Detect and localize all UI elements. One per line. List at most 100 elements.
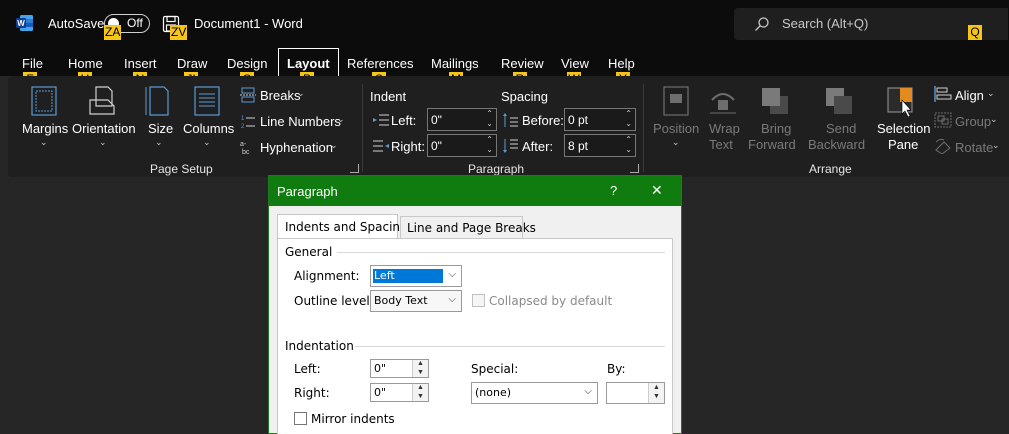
wrap-text-label-2: Text: [709, 137, 733, 152]
line-numbers-button[interactable]: 1 2 Line Numbers ⌄: [240, 111, 348, 131]
outline-level-label: Outline level:: [294, 294, 374, 308]
indent-left-value: 0": [374, 362, 387, 375]
dialog-title-bar[interactable]: Paragraph ? ✕: [269, 176, 681, 206]
close-button[interactable]: ✕: [651, 182, 663, 199]
tab-help[interactable]: Help: [608, 56, 635, 71]
indent-right-input[interactable]: 0" ⌃ ⌄: [427, 134, 497, 157]
breaks-icon: [240, 87, 256, 103]
tab-references[interactable]: References: [347, 56, 413, 71]
indent-right-icon: [373, 140, 389, 152]
group-label: Group: [955, 114, 992, 129]
indent-left-field[interactable]: 0" ▲ ▼: [370, 359, 429, 378]
outline-level-select[interactable]: Body Text ⌵: [370, 290, 462, 312]
wrap-text-button[interactable]: Wrap Text: [704, 86, 744, 152]
position-button[interactable]: Position ⌄: [650, 86, 702, 150]
outline-level-value: Body Text: [374, 294, 428, 307]
section-divider: [337, 252, 665, 253]
search-box[interactable]: Search (Alt+Q): [734, 8, 1008, 40]
spacing-after-icon: [503, 139, 518, 153]
tab-design[interactable]: Design: [227, 56, 267, 71]
hyphenation-button[interactable]: a- bc Hyphenation ⌄: [240, 137, 340, 157]
orientation-icon: [89, 86, 115, 115]
size-button[interactable]: Size ⌄: [140, 86, 176, 150]
tab-insert[interactable]: Insert: [124, 56, 157, 71]
keytip-autosave: ZA: [104, 25, 122, 40]
wrap-text-label-1: Wrap: [709, 121, 740, 136]
spinner-arrows-icon[interactable]: ▲ ▼: [412, 360, 428, 377]
spinner-arrows-icon[interactable]: ⌃ ⌄: [625, 135, 632, 155]
arrange-group-label: Arrange: [809, 162, 852, 176]
spinner-arrows-icon[interactable]: ⌃ ⌄: [625, 109, 632, 129]
spinner-arrows-icon[interactable]: ⌃ ⌄: [486, 135, 493, 155]
chevron-down-icon: ⌄: [992, 140, 1000, 150]
alignment-label: Alignment:: [294, 269, 360, 283]
chevron-down-icon: ⌵: [584, 386, 592, 397]
columns-button[interactable]: Columns ⌄: [180, 86, 236, 150]
spacing-before-input[interactable]: 0 pt ⌃ ⌄: [564, 108, 636, 131]
page-setup-launcher-icon[interactable]: [350, 164, 359, 173]
word-app-icon: W: [16, 15, 33, 31]
bring-forward-label-1: Bring: [761, 121, 792, 136]
margins-button[interactable]: Margins ⌄: [18, 86, 70, 150]
collapsed-checkbox[interactable]: [472, 294, 485, 307]
special-select[interactable]: (none) ⌵: [471, 382, 598, 404]
indent-left-input[interactable]: 0" ⌃ ⌄: [427, 108, 497, 131]
tab-layout[interactable]: Layout: [287, 56, 330, 71]
svg-text:2: 2: [241, 124, 245, 129]
chevron-down-icon: ⌄: [203, 137, 211, 147]
tab-file[interactable]: File: [22, 56, 43, 71]
bring-forward-icon: [762, 88, 788, 114]
spacing-after-input[interactable]: 8 pt ⌃ ⌄: [564, 134, 636, 157]
tab-review[interactable]: Review: [501, 56, 544, 71]
spinner-arrows-icon[interactable]: ▲ ▼: [412, 384, 428, 401]
selection-pane-label-2: Pane: [888, 137, 919, 152]
search-placeholder: Search (Alt+Q): [782, 16, 869, 31]
bring-forward-label-2: Forward: [748, 137, 796, 152]
help-button[interactable]: ?: [610, 183, 617, 198]
special-value: (none): [475, 386, 512, 399]
chevron-down-icon: ⌄: [40, 137, 48, 147]
spacing-header: Spacing: [501, 89, 548, 104]
breaks-label: Breaks: [260, 88, 301, 103]
paragraph-launcher-icon[interactable]: [630, 164, 639, 173]
mirror-indents-label: Mirror indents: [311, 412, 395, 426]
tab-indents-label: Indents and Spacing: [285, 220, 408, 234]
chevron-down-icon: ⌄: [99, 137, 107, 147]
special-label: Special:: [471, 362, 519, 376]
group-icon: [934, 112, 952, 128]
section-divider: [355, 346, 665, 347]
tab-mailings[interactable]: Mailings: [431, 56, 479, 71]
keytip-search: Q: [968, 25, 982, 40]
tab-line-and-page-breaks[interactable]: Line and Page Breaks: [400, 216, 536, 238]
indent-right-value: 0": [374, 386, 387, 399]
tab-home[interactable]: Home: [68, 56, 103, 71]
columns-icon: [194, 86, 220, 116]
indent-right-field[interactable]: 0" ▲ ▼: [370, 383, 429, 402]
selection-pane-button[interactable]: Selection Pane: [874, 86, 930, 152]
bring-forward-button[interactable]: Bring Forward: [746, 86, 802, 152]
mirror-indents-checkbox[interactable]: [294, 412, 307, 425]
spinner-arrows-icon[interactable]: ▲ ▼: [648, 383, 664, 403]
spinner-arrows-icon[interactable]: ⌃ ⌄: [486, 109, 493, 129]
size-label: Size: [148, 121, 174, 136]
paragraph-dialog: Paragraph ? ✕ Indents and Spacing Line a…: [268, 175, 682, 434]
tab-view[interactable]: View: [561, 56, 589, 71]
keytip-doc: ZV: [170, 25, 188, 40]
collapsed-label: Collapsed by default: [489, 294, 613, 308]
alignment-select[interactable]: Left ⌵: [370, 265, 462, 287]
by-label: By:: [607, 362, 626, 376]
document-title: Document1 - Word: [194, 16, 303, 31]
by-field[interactable]: ▲ ▼: [606, 382, 665, 404]
align-button[interactable]: Align ⌄: [934, 85, 1004, 105]
send-backward-button[interactable]: Send Backward: [806, 86, 872, 152]
tab-draw[interactable]: Draw: [177, 56, 207, 71]
autosave-label: AutoSave: [48, 16, 105, 31]
rotate-button[interactable]: Rotate ⌄: [934, 137, 1004, 157]
tab-indents-and-spacing[interactable]: Indents and Spacing: [277, 214, 408, 239]
orientation-button[interactable]: Orientation ⌄: [70, 86, 136, 150]
spacing-before-value: 0 pt: [568, 113, 589, 127]
svg-text:bc: bc: [242, 149, 250, 155]
breaks-button[interactable]: Breaks ⌄: [240, 85, 310, 105]
indent-right-label: Right:: [391, 139, 425, 154]
group-button[interactable]: Group ⌄: [934, 111, 1004, 131]
